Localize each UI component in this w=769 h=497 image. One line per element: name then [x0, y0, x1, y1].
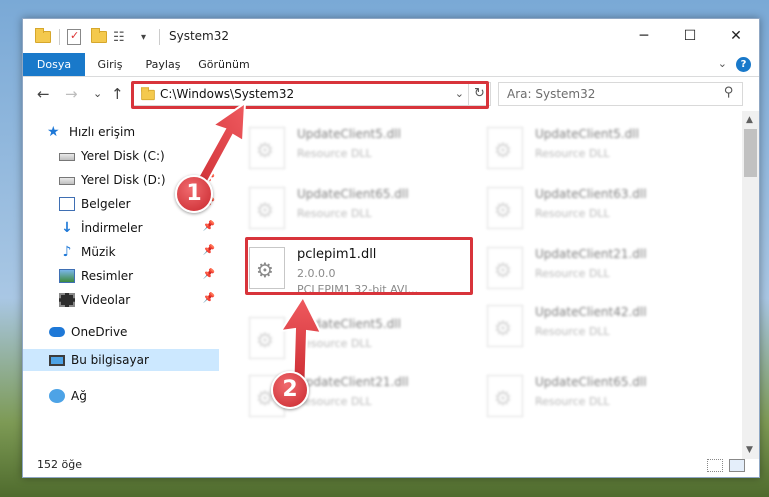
drive-icon — [59, 177, 75, 185]
forward-button[interactable]: → — [65, 85, 78, 103]
search-icon[interactable]: ⚲ — [724, 85, 734, 100]
sidebar-item-label: Resimler — [81, 269, 134, 283]
downloads-icon: ↓ — [61, 220, 73, 236]
sidebar-item-label: Müzik — [81, 245, 116, 259]
file-type: Resource DLL — [535, 147, 610, 160]
videos-icon — [59, 293, 75, 307]
expand-ribbon-icon[interactable]: ⌄ — [718, 57, 727, 70]
tab-share[interactable]: Paylaş — [135, 53, 191, 76]
title-bar: ☷ ▾ System32 ─ ☐ ✕ — [23, 19, 759, 53]
window-title: System32 — [169, 29, 230, 43]
file-tile[interactable]: UpdateClient65.dll Resource DLL — [481, 367, 711, 423]
pictures-icon — [59, 269, 75, 283]
sidebar-item-label: Hızlı erişim — [69, 125, 136, 139]
scroll-down-icon[interactable]: ▼ — [746, 445, 753, 455]
file-tile[interactable]: UpdateClient63.dll Resource DLL — [481, 179, 711, 235]
sidebar-item-label: Ağ — [71, 389, 87, 403]
file-name: UpdateClient5.dll — [535, 127, 639, 141]
sidebar-item-label: Videolar — [81, 293, 131, 307]
tiles-view-icon[interactable] — [729, 459, 745, 472]
sidebar-item-downloads[interactable]: ↓ İndirmeler 📌 — [23, 217, 219, 239]
file-tile[interactable]: UpdateClient5.dll Resource DLL — [481, 119, 711, 175]
pin-icon[interactable]: 📌 — [203, 221, 215, 232]
separator — [59, 29, 60, 45]
file-tile[interactable]: UpdateClient5.dll Resource DLL — [243, 119, 473, 175]
sidebar-item-onedrive[interactable]: OneDrive — [23, 321, 219, 343]
pin-icon[interactable]: 📌 — [203, 293, 215, 304]
back-button[interactable]: ← — [37, 85, 50, 103]
separator — [159, 29, 160, 45]
sidebar-item-pictures[interactable]: Resimler 📌 — [23, 265, 219, 287]
ribbon-tabs: Dosya Giriş Paylaş Görünüm ⌄ ? — [23, 53, 759, 77]
sidebar-item-network[interactable]: Ağ — [23, 385, 219, 407]
explorer-window: ☷ ▾ System32 ─ ☐ ✕ Dosya Giriş Paylaş Gö… — [22, 18, 760, 478]
drive-icon — [59, 153, 75, 161]
vertical-scrollbar[interactable]: ▲ ▼ — [742, 111, 759, 459]
up-button[interactable]: ↑ — [111, 85, 124, 103]
file-type: Resource DLL — [297, 207, 372, 220]
new-folder-icon[interactable] — [91, 28, 107, 46]
recent-locations-button[interactable]: ⌄ — [93, 87, 102, 100]
file-tile[interactable]: UpdateClient42.dll Resource DLL — [481, 297, 711, 353]
scroll-thumb[interactable] — [744, 129, 757, 177]
details-view-icon[interactable] — [707, 459, 723, 472]
sidebar-item-label: OneDrive — [71, 325, 128, 339]
sidebar-item-label: Bu bilgisayar — [71, 353, 149, 367]
file-name: UpdateClient21.dll — [535, 247, 647, 261]
tab-file[interactable]: Dosya — [23, 53, 85, 76]
network-icon — [49, 389, 65, 403]
file-name: UpdateClient65.dll — [297, 187, 409, 201]
minimize-button[interactable]: ─ — [621, 19, 667, 53]
search-input[interactable]: Ara: System32 ⚲ — [498, 82, 743, 106]
search-placeholder: Ara: System32 — [507, 87, 596, 101]
sidebar-item-music[interactable]: ♪ Müzik 📌 — [23, 241, 219, 263]
item-count: 152 öğe — [37, 458, 82, 471]
sidebar-item-label: Yerel Disk (D:) — [81, 173, 166, 187]
file-type: Resource DLL — [535, 395, 610, 408]
step-badge-1: 1 — [175, 175, 213, 213]
sidebar-item-label: İndirmeler — [81, 221, 143, 235]
file-name: UpdateClient63.dll — [535, 187, 647, 201]
folder-icon — [35, 28, 51, 46]
music-icon: ♪ — [62, 244, 72, 260]
file-name: UpdateClient5.dll — [297, 127, 401, 141]
star-icon: ★ — [47, 124, 60, 140]
maximize-button[interactable]: ☐ — [667, 19, 713, 53]
close-button[interactable]: ✕ — [713, 19, 759, 53]
sidebar-item-label: Yerel Disk (C:) — [81, 149, 165, 163]
sidebar-item-this-pc[interactable]: Bu bilgisayar — [23, 349, 219, 371]
onedrive-icon — [49, 327, 65, 337]
file-type: Resource DLL — [535, 325, 610, 338]
sidebar-item-videos[interactable]: Videolar 📌 — [23, 289, 219, 311]
qa-dropdown-icon[interactable]: ▾ — [141, 28, 146, 46]
computer-icon — [49, 354, 65, 366]
dll-file-icon — [487, 305, 523, 347]
file-type: Resource DLL — [297, 147, 372, 160]
dll-file-icon — [487, 247, 523, 289]
dll-file-icon — [487, 127, 523, 169]
file-name: UpdateClient65.dll — [535, 375, 647, 389]
dll-file-icon — [487, 187, 523, 229]
file-tile[interactable]: UpdateClient65.dll Resource DLL — [243, 179, 473, 235]
file-tile[interactable]: UpdateClient21.dll Resource DLL — [481, 239, 711, 295]
properties-icon[interactable] — [67, 28, 81, 46]
file-type: Resource DLL — [535, 207, 610, 220]
file-name: UpdateClient42.dll — [535, 305, 647, 319]
sidebar-item-label: Belgeler — [81, 197, 131, 211]
tab-home[interactable]: Giriş — [85, 53, 135, 76]
step-badge-2: 2 — [271, 371, 309, 409]
customize-qa-icon[interactable]: ☷ — [113, 28, 125, 46]
pin-icon[interactable]: 📌 — [203, 269, 215, 280]
documents-icon — [59, 197, 75, 211]
tab-view[interactable]: Görünüm — [191, 53, 257, 76]
scroll-up-icon[interactable]: ▲ — [746, 115, 753, 125]
help-icon[interactable]: ? — [736, 57, 751, 72]
file-highlight — [245, 237, 473, 295]
status-bar: 152 öğe — [23, 455, 759, 477]
pin-icon[interactable]: 📌 — [203, 245, 215, 256]
file-type: Resource DLL — [535, 267, 610, 280]
dll-file-icon — [487, 375, 523, 417]
